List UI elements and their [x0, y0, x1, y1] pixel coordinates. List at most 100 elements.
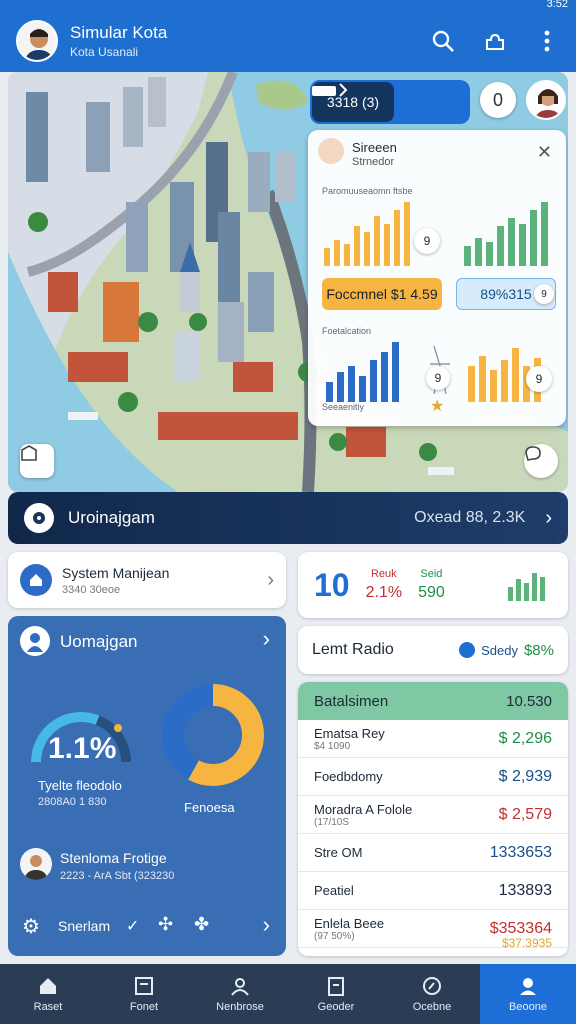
- wind-icon[interactable]: ✣: [158, 914, 173, 935]
- map-layers-button[interactable]: [20, 444, 54, 478]
- table-row-left: Foedbdomy: [314, 769, 383, 784]
- check-icon[interactable]: ✓: [126, 916, 139, 936]
- management-bar[interactable]: Uroinajgam Oxead 88, 2.3K ›: [8, 492, 568, 544]
- panel-title: Sireeen: [352, 140, 397, 155]
- management-panel: Uomajgan › 1.1% Tyelte fleodolo 2808A0 1…: [8, 616, 286, 956]
- compass-icon: [423, 977, 441, 995]
- chevron-right-icon: ›: [267, 568, 274, 591]
- management-panel-title: Uomajgan: [60, 632, 138, 651]
- map-user-avatar[interactable]: [526, 80, 566, 120]
- more-options-icon[interactable]: [534, 28, 560, 54]
- person-avatar: [20, 848, 52, 880]
- map-filter-toggle[interactable]: [312, 80, 470, 124]
- stats-big-value: 10: [314, 566, 350, 603]
- profile-icon: [520, 978, 536, 995]
- finance-table: Batalsimen 10.530 Ematsa Rey $4 1090 $ 2,2…: [298, 682, 568, 956]
- stats-col2-value: 590: [418, 584, 445, 601]
- person-title: Stenloma Frotige: [60, 850, 167, 866]
- chevron-right-icon[interactable]: ›: [263, 912, 270, 938]
- nav-label: Raset: [33, 1001, 63, 1013]
- gear-icon[interactable]: ⚙: [22, 914, 40, 939]
- mini-bar-chart-icon: [508, 573, 545, 601]
- nav-item-profile[interactable]: Beoone: [480, 964, 576, 1024]
- city-map[interactable]: 3318 (3) 0 Sireeen Strnedor ✕ Paromuusea…: [8, 72, 568, 492]
- user-avatar[interactable]: [16, 20, 58, 62]
- running-icon[interactable]: ✤: [194, 914, 209, 935]
- management-title: Uroinajgam: [68, 508, 155, 527]
- table-row-name: Moradra A Folole: [314, 801, 413, 817]
- limit-tag-value: $8%: [523, 641, 554, 659]
- footer-label: Snerlam: [58, 918, 111, 934]
- table-row[interactable]: Foedbdomy $ 2,939: [298, 758, 568, 796]
- puzzle-icon[interactable]: [482, 28, 508, 54]
- search-icon[interactable]: [430, 28, 456, 54]
- nav-item-clipboard[interactable]: Geoder: [288, 964, 384, 1024]
- table-row-left: Ematsa Rey $4 1090: [314, 726, 385, 752]
- table-row-left: Moradra A Folole (17/10S: [314, 802, 412, 828]
- table-row[interactable]: Peatiel 133893: [298, 872, 568, 910]
- table-row-name: Ematsa Rey: [314, 725, 385, 741]
- panel-label-bottom: Seeaenitiy: [322, 402, 365, 412]
- map-count-value: 0: [492, 89, 503, 110]
- home-icon: [40, 978, 56, 994]
- table-row-value: $353364: [489, 919, 552, 937]
- panel-chip-left[interactable]: Foccmnel $1 4.59: [322, 278, 442, 310]
- management-value: Oxead 88, 2.3K: [414, 509, 526, 526]
- nav-label: Beoone: [509, 1001, 547, 1013]
- table-row-left: Enlela Beee (97 50%): [314, 916, 384, 942]
- table-row-name: Stre OM: [314, 845, 363, 860]
- bottom-navigation: Raset Fonet Nenbrose Geoder Ocebne Beoon…: [0, 964, 576, 1024]
- nav-label: Nenbrose: [216, 1001, 264, 1013]
- gauge-label: Tyelte fleodolo: [38, 778, 122, 793]
- table-header: Batalsimen 10.530: [298, 682, 568, 720]
- document-icon: [135, 977, 153, 995]
- panel-circle-4[interactable]: 9: [526, 366, 552, 392]
- panel-circle-3[interactable]: 9: [426, 366, 450, 390]
- vehicle-icon: [312, 83, 348, 97]
- nav-label: Geoder: [317, 1001, 355, 1013]
- table-row[interactable]: Moradra A Folole (17/10S $ 2,579: [298, 796, 568, 834]
- stats-card[interactable]: 10 Reuk 2.1% Seid 590: [298, 552, 568, 618]
- table-row-sub: (17/10S: [314, 816, 350, 828]
- table-row-name: Foedbdomy: [314, 769, 383, 784]
- nav-item-person[interactable]: Nenbrose: [192, 964, 288, 1024]
- system-manager-title: System Manijean: [62, 564, 170, 581]
- chevron-right-icon[interactable]: ›: [263, 626, 270, 652]
- nav-item-home[interactable]: Raset: [0, 964, 96, 1024]
- table-header-label: Batalsimen: [314, 692, 389, 710]
- layers-icon: [21, 445, 37, 461]
- limit-ratio-label: Lemt Radio: [312, 641, 394, 658]
- status-bar: 3:52: [0, 0, 576, 10]
- nav-label: Fonet: [129, 1001, 159, 1013]
- map-chat-button[interactable]: [524, 444, 558, 478]
- stats-col2-label: Seid: [420, 568, 443, 580]
- table-row-value: 133893: [498, 881, 552, 899]
- app-subtitle: Kota Usanali: [70, 45, 139, 59]
- table-row-name: Peatiel: [314, 883, 354, 898]
- star-icon: ★: [430, 398, 445, 415]
- gear-badge-icon: [24, 503, 54, 533]
- nav-item-document[interactable]: Fonet: [96, 964, 192, 1024]
- table-row[interactable]: Stre OM 1333653: [298, 834, 568, 872]
- panel-avatar: [318, 138, 344, 164]
- donut-label: Fenoesa: [184, 800, 235, 815]
- limit-ratio-card[interactable]: Lemt Radio Sdedy $8%: [298, 626, 568, 674]
- table-row-left: Stre OM: [314, 845, 362, 860]
- system-manager-card[interactable]: System Manijean 3340 30eoe ›: [8, 552, 286, 608]
- map-filter-pill[interactable]: 3318 (3): [310, 80, 470, 124]
- table-row-value: 1333653: [489, 843, 552, 861]
- table-row-sub: $4 1090: [314, 740, 351, 752]
- close-icon[interactable]: ✕: [537, 142, 552, 163]
- table-row-value: $ 2,939: [498, 767, 552, 785]
- panel-circle-1[interactable]: 9: [414, 228, 440, 254]
- panel-subtitle: Strnedor: [352, 156, 395, 168]
- table-row[interactable]: Ematsa Rey $4 1090 $ 2,296: [298, 720, 568, 758]
- stats-col1-label: Reuk: [370, 568, 397, 580]
- info-icon: [459, 642, 476, 658]
- nav-item-compass[interactable]: Ocebne: [384, 964, 480, 1024]
- map-count-button[interactable]: 0: [480, 82, 516, 118]
- limit-tag-label: Sdedy: [481, 642, 518, 658]
- panel-circle-2[interactable]: 9: [534, 284, 554, 304]
- chevron-right-icon: ›: [545, 506, 552, 529]
- table-row-left: Peatiel: [314, 883, 354, 898]
